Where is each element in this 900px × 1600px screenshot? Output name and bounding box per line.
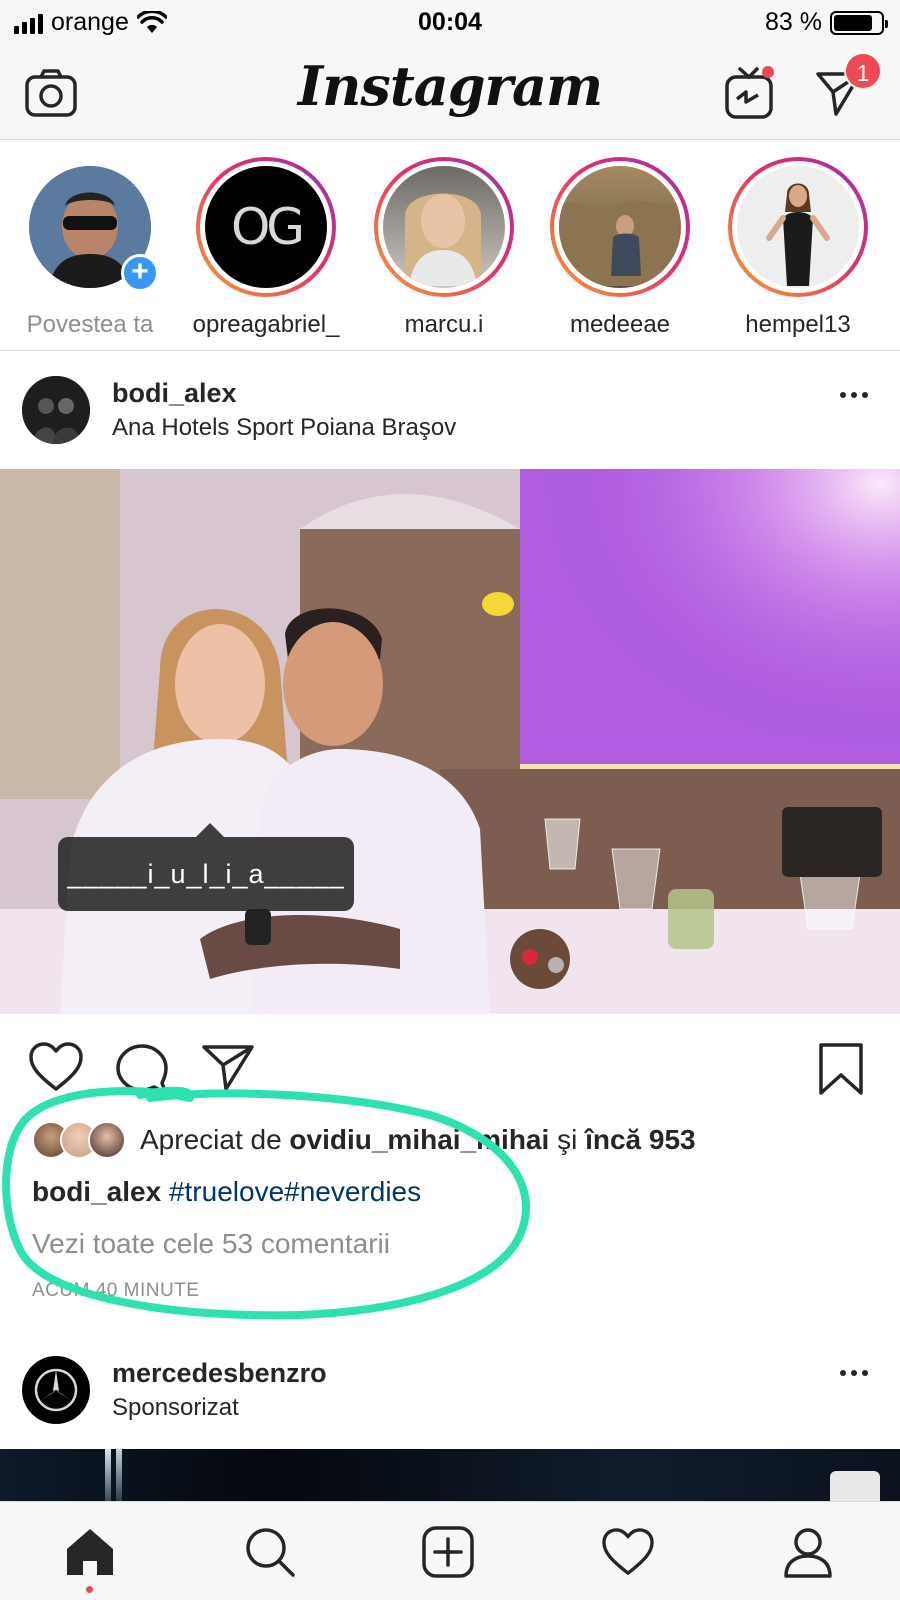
story-label: opreagabriel_ — [192, 311, 340, 338]
bookmark-icon — [819, 1043, 863, 1095]
mercedes-logo-icon — [34, 1368, 78, 1412]
likes-prefix: Apreciat de — [140, 1124, 282, 1155]
home-icon — [67, 1529, 113, 1575]
user-tag[interactable]: _____i_u_l_i_a_____ — [58, 823, 354, 911]
sound-toggle-icon[interactable] — [830, 1471, 880, 1501]
likes-row[interactable]: Apreciat de ovidiu_mihai_mihai şi încă 9… — [32, 1118, 696, 1162]
status-bar: orange 00:04 83 % — [0, 0, 900, 48]
battery-icon — [830, 10, 888, 35]
post-photo[interactable]: _____i_u_l_i_a_____ — [0, 469, 900, 1014]
story-ring — [550, 157, 690, 297]
like-button[interactable] — [28, 1041, 84, 1097]
share-icon — [202, 1045, 254, 1091]
search-icon — [246, 1528, 295, 1577]
post-author-avatar[interactable] — [22, 376, 90, 444]
heart-icon — [29, 1042, 83, 1091]
story-ring — [728, 157, 868, 297]
more-options-icon[interactable] — [840, 392, 868, 398]
story-ring: OG — [196, 157, 336, 297]
save-button[interactable] — [816, 1041, 872, 1097]
stories-tray: + Povestea ta OG opreagabriel_ marcu.i m… — [0, 141, 900, 351]
story-hempel13[interactable]: hempel13 — [708, 157, 888, 339]
post-location[interactable]: Ana Hotels Sport Poiana Braşov — [112, 414, 456, 442]
tab-profile[interactable] — [778, 1522, 838, 1582]
comment-icon — [116, 1044, 168, 1095]
story-own[interactable]: + Povestea ta — [0, 157, 180, 339]
share-button[interactable] — [200, 1041, 256, 1097]
story-label: marcu.i — [404, 311, 484, 338]
activity-heart-icon — [602, 1528, 654, 1575]
caption-hashtags[interactable]: #truelove#neverdies — [169, 1176, 421, 1207]
liker-avatars — [32, 1121, 126, 1159]
photo-scene — [0, 469, 900, 1014]
story-label: Povestea ta — [26, 311, 154, 338]
own-avatar: + — [29, 166, 159, 292]
story-label: medeeae — [569, 311, 671, 338]
view-comments-link[interactable]: Vezi toate cele 53 comentarii — [32, 1228, 390, 1260]
direct-message-button[interactable]: 1 — [808, 52, 882, 124]
status-right: 83 % — [765, 8, 888, 37]
story-label: hempel13 — [745, 311, 851, 338]
mercedes-avatar[interactable] — [22, 1356, 90, 1424]
liker-username[interactable]: ovidiu_mihai_mihai — [289, 1124, 549, 1155]
more-options-icon[interactable] — [840, 1370, 868, 1376]
story-medeeae[interactable]: medeeae — [530, 157, 710, 339]
igtv-button[interactable] — [718, 62, 780, 124]
avatar — [88, 1121, 126, 1159]
add-story-icon[interactable]: + — [121, 254, 159, 292]
post2-image[interactable] — [0, 1449, 900, 1501]
comment-button[interactable] — [114, 1041, 170, 1097]
post-actions — [0, 1015, 900, 1115]
home-notification-dot — [86, 1586, 93, 1593]
battery-fill — [834, 14, 873, 31]
light-beam — [116, 1449, 122, 1501]
bottom-tab-bar — [0, 1501, 900, 1600]
tab-add-post[interactable] — [418, 1522, 478, 1582]
story-marcu[interactable]: marcu.i — [354, 157, 534, 339]
sponsored-post-header: mercedesbenzro Sponsorizat — [0, 1326, 900, 1448]
tab-activity[interactable] — [598, 1522, 658, 1582]
likes-text[interactable]: Apreciat de ovidiu_mihai_mihai şi încă 9… — [140, 1124, 696, 1156]
likes-conjunction: şi — [557, 1124, 578, 1155]
post-timestamp: ACUM 40 MINUTE — [32, 1280, 200, 1301]
og-logo: OG — [230, 198, 305, 256]
direct-badge: 1 — [844, 52, 882, 90]
app-header: Instagram 1 — [0, 48, 900, 140]
story-ring — [374, 157, 514, 297]
post-header: bodi_alex Ana Hotels Sport Poiana Braşov — [0, 352, 900, 468]
tab-home[interactable] — [60, 1522, 120, 1582]
profile-icon — [784, 1528, 832, 1578]
tab-search[interactable] — [240, 1522, 300, 1582]
post2-sponsored-label: Sponsorizat — [112, 1394, 239, 1421]
post-username[interactable]: bodi_alex — [112, 378, 237, 409]
light-beam — [105, 1449, 111, 1501]
post2-username[interactable]: mercedesbenzro — [112, 1358, 327, 1389]
add-post-icon — [422, 1526, 474, 1578]
story-opreagabriel[interactable]: OG opreagabriel_ — [176, 157, 356, 339]
battery-percent: 83 % — [765, 8, 822, 36]
likes-others[interactable]: încă 953 — [585, 1124, 696, 1155]
igtv-notification-dot — [762, 66, 774, 78]
post-caption: bodi_alex #truelove#neverdies — [32, 1176, 421, 1208]
caption-username[interactable]: bodi_alex — [32, 1176, 161, 1207]
